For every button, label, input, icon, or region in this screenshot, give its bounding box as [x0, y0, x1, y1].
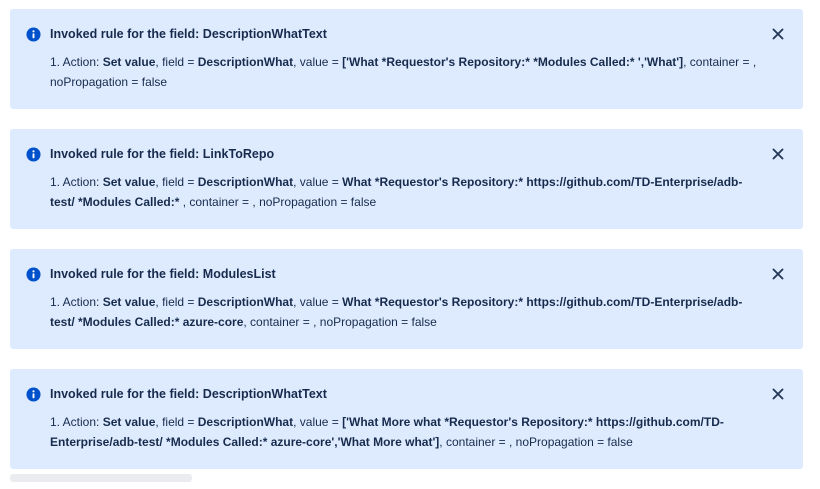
action-name: Set value: [102, 295, 156, 309]
flag-description: 1. Action: Set value, field = Descriptio…: [50, 55, 757, 89]
info-icon: [26, 147, 41, 162]
field-name: DescriptionWhat: [197, 415, 294, 429]
action-name: Set value: [102, 415, 156, 429]
action-name: Set value: [102, 55, 156, 69]
flag-description: 1. Action: Set value, field = Descriptio…: [50, 415, 724, 449]
close-button[interactable]: [769, 385, 787, 403]
close-button[interactable]: [769, 25, 787, 43]
close-button[interactable]: [769, 145, 787, 163]
flag-message: Invoked rule for the field: LinkToRepo 1…: [10, 129, 803, 229]
field-name: DescriptionWhat: [197, 55, 294, 69]
flag-description: 1. Action: Set value, field = Descriptio…: [50, 175, 743, 209]
flag-list: Invoked rule for the field: DescriptionW…: [10, 9, 803, 489]
field-name: DescriptionWhat: [197, 175, 294, 189]
close-button[interactable]: [769, 265, 787, 283]
action-name: Set value: [102, 175, 156, 189]
flag-title: Invoked rule for the field: ModulesList: [50, 267, 276, 281]
info-icon: [26, 27, 41, 42]
flag-title: Invoked rule for the field: DescriptionW…: [50, 387, 327, 401]
flag-title: Invoked rule for the field: DescriptionW…: [50, 27, 327, 41]
close-icon: [772, 388, 784, 400]
flag-message: Invoked rule for the field: ModulesList …: [10, 249, 803, 349]
flag-message: Invoked rule for the field: DescriptionW…: [10, 9, 803, 109]
flag-message: Invoked rule for the field: DescriptionW…: [10, 369, 803, 469]
info-icon: [26, 267, 41, 282]
close-icon: [772, 28, 784, 40]
next-item-edge: [10, 474, 192, 482]
close-icon: [772, 268, 784, 280]
flag-title: Invoked rule for the field: LinkToRepo: [50, 147, 275, 161]
field-name: DescriptionWhat: [197, 295, 294, 309]
field-value: ['What *Requestor's Repository:* *Module…: [342, 55, 684, 69]
close-icon: [772, 148, 784, 160]
info-icon: [26, 387, 41, 402]
flag-description: 1. Action: Set value, field = Descriptio…: [50, 295, 743, 329]
